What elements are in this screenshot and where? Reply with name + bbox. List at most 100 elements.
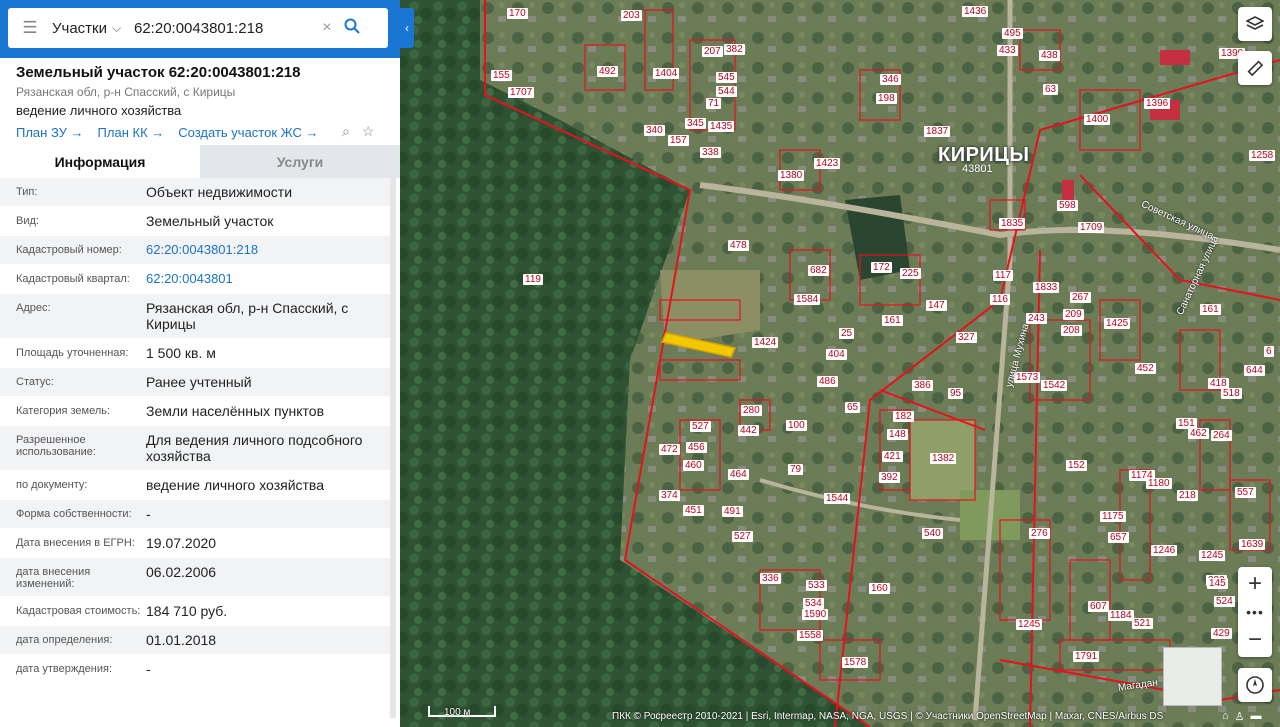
plot-number-label[interactable]: 1558 <box>797 630 824 641</box>
panel-scrollbar[interactable] <box>390 178 396 718</box>
plot-number-label[interactable]: 1544 <box>824 493 851 504</box>
plot-number-label[interactable]: 65 <box>845 402 861 413</box>
plot-number-label[interactable]: 1246 <box>1151 545 1178 556</box>
plot-number-label[interactable]: 346 <box>880 74 901 85</box>
plot-number-label[interactable]: 1175 <box>1100 511 1126 522</box>
plot-number-label[interactable]: 79 <box>788 464 804 475</box>
cadastral-number-link[interactable]: 62:20:0043801:218 <box>146 236 392 264</box>
plot-number-label[interactable]: 456 <box>686 442 707 453</box>
plot-number-label[interactable]: 557 <box>1235 487 1256 498</box>
measure-button[interactable] <box>1238 51 1272 85</box>
plot-number-label[interactable]: 6 <box>1264 346 1274 357</box>
plot-number-label[interactable]: 464 <box>728 469 749 480</box>
plan-kk-link[interactable]: План КК → <box>98 125 165 140</box>
plot-number-label[interactable]: 1184 <box>1108 610 1134 621</box>
plot-number-label[interactable]: 472 <box>659 444 680 455</box>
plot-number-label[interactable]: 442 <box>738 425 759 436</box>
plot-number-label[interactable]: 155 <box>491 70 512 81</box>
plot-number-label[interactable]: 117 <box>993 270 1013 281</box>
search-input[interactable] <box>132 18 316 38</box>
search-category[interactable]: Участки <box>52 20 112 37</box>
plan-zu-link[interactable]: План ЗУ → <box>16 125 84 140</box>
plot-number-label[interactable]: 198 <box>876 93 897 104</box>
plot-number-label[interactable]: 1435 <box>708 121 735 132</box>
plot-number-label[interactable]: 495 <box>1002 28 1023 39</box>
menu-icon[interactable]: ☰ <box>8 18 52 38</box>
plot-number-label[interactable]: 100 <box>786 420 807 431</box>
plot-number-label[interactable]: 521 <box>1132 618 1153 629</box>
plot-number-label[interactable]: 182 <box>893 411 914 422</box>
plot-number-label[interactable]: 276 <box>1029 528 1050 539</box>
plot-number-label[interactable]: 116 <box>990 294 1010 305</box>
plot-number-label[interactable]: 1833 <box>1033 282 1060 293</box>
zoom-out-button[interactable]: − <box>1238 623 1272 657</box>
flag-icon[interactable]: ▬ <box>1251 710 1262 723</box>
plot-number-label[interactable]: 327 <box>956 332 977 343</box>
chevron-down-icon[interactable]: ⌵ <box>112 21 132 36</box>
plot-number-label[interactable]: 1404 <box>653 68 680 79</box>
plot-number-label[interactable]: 1584 <box>794 294 821 305</box>
plot-number-label[interactable]: 95 <box>948 388 964 399</box>
plot-number-label[interactable]: 267 <box>1070 292 1091 303</box>
plot-number-label[interactable]: 71 <box>706 98 722 109</box>
plot-number-label[interactable]: 1180 <box>1146 478 1172 489</box>
plot-number-label[interactable]: 1425 <box>1104 318 1131 329</box>
plot-number-label[interactable]: 147 <box>926 300 947 311</box>
collapse-panel-button[interactable]: ‹ <box>400 8 414 48</box>
plot-number-label[interactable]: 1542 <box>1041 380 1068 391</box>
plot-number-label[interactable]: 336 <box>760 573 781 584</box>
plot-number-label[interactable]: 452 <box>1135 363 1156 374</box>
plot-number-label[interactable]: 657 <box>1108 532 1129 543</box>
person-icon[interactable]: ♙ <box>1235 710 1245 723</box>
plot-number-label[interactable]: 338 <box>700 147 721 158</box>
plot-number-label[interactable]: 145 <box>1207 578 1228 589</box>
compass-button[interactable] <box>1238 668 1272 702</box>
plot-number-label[interactable]: 1837 <box>924 126 951 137</box>
plot-number-label[interactable]: 63 <box>1043 84 1059 95</box>
plot-number-label[interactable]: 148 <box>887 429 908 440</box>
plot-number-label[interactable]: 1245 <box>1199 550 1226 561</box>
plot-number-label[interactable]: 540 <box>922 528 943 539</box>
plot-number-label[interactable]: 1424 <box>752 337 779 348</box>
plot-number-label[interactable]: 152 <box>1066 460 1087 471</box>
plot-number-label[interactable]: 421 <box>882 451 903 462</box>
plot-number-label[interactable]: 534 <box>803 598 824 609</box>
plot-number-label[interactable]: 451 <box>683 505 704 516</box>
plot-number-label[interactable]: 527 <box>690 421 711 432</box>
plot-number-label[interactable]: 404 <box>826 349 847 360</box>
plot-number-label[interactable]: 545 <box>716 72 737 83</box>
plot-number-label[interactable]: 1436 <box>962 6 989 17</box>
zoom-in-button[interactable]: + <box>1238 567 1272 601</box>
plot-number-label[interactable]: 598 <box>1057 200 1078 211</box>
plot-number-label[interactable]: 208 <box>1061 325 1082 336</box>
plot-number-label[interactable]: 607 <box>1088 601 1109 612</box>
plot-number-label[interactable]: 492 <box>597 66 618 77</box>
plot-number-label[interactable]: 1382 <box>930 453 957 464</box>
plot-number-label[interactable]: 1380 <box>778 170 805 181</box>
plot-number-label[interactable]: 382 <box>724 44 745 55</box>
plot-number-label[interactable]: 157 <box>668 135 689 146</box>
plot-number-label[interactable]: 207 <box>702 46 723 57</box>
plot-number-label[interactable]: 462 <box>1188 428 1209 439</box>
plot-number-label[interactable]: 1791 <box>1073 651 1100 662</box>
plot-number-label[interactable]: 280 <box>741 405 762 416</box>
plot-number-label[interactable]: 225 <box>900 268 921 279</box>
plot-number-label[interactable]: 160 <box>869 583 890 594</box>
plot-number-label[interactable]: 1245 <box>1016 619 1043 630</box>
plot-number-label[interactable]: 1423 <box>814 158 841 169</box>
plot-number-label[interactable]: 392 <box>879 472 900 483</box>
plot-number-label[interactable]: 161 <box>882 315 903 326</box>
plot-number-label[interactable]: 218 <box>1177 490 1198 501</box>
plot-number-label[interactable]: 1396 <box>1144 98 1171 109</box>
plot-number-label[interactable]: 264 <box>1211 430 1232 441</box>
plot-number-label[interactable]: 491 <box>722 506 743 517</box>
plot-number-label[interactable]: 524 <box>1214 596 1235 607</box>
plot-number-label[interactable]: 1835 <box>999 218 1026 229</box>
plot-number-label[interactable]: 518 <box>1221 388 1242 399</box>
plot-number-label[interactable]: 527 <box>732 531 753 542</box>
plot-number-label[interactable]: 161 <box>1200 304 1221 315</box>
plot-number-label[interactable]: 429 <box>1211 628 1232 639</box>
cadastral-quarter-link[interactable]: 62:20:0043801 <box>146 265 392 293</box>
plot-number-label[interactable]: 25 <box>839 328 855 339</box>
tab-info[interactable]: Информация <box>0 145 200 178</box>
